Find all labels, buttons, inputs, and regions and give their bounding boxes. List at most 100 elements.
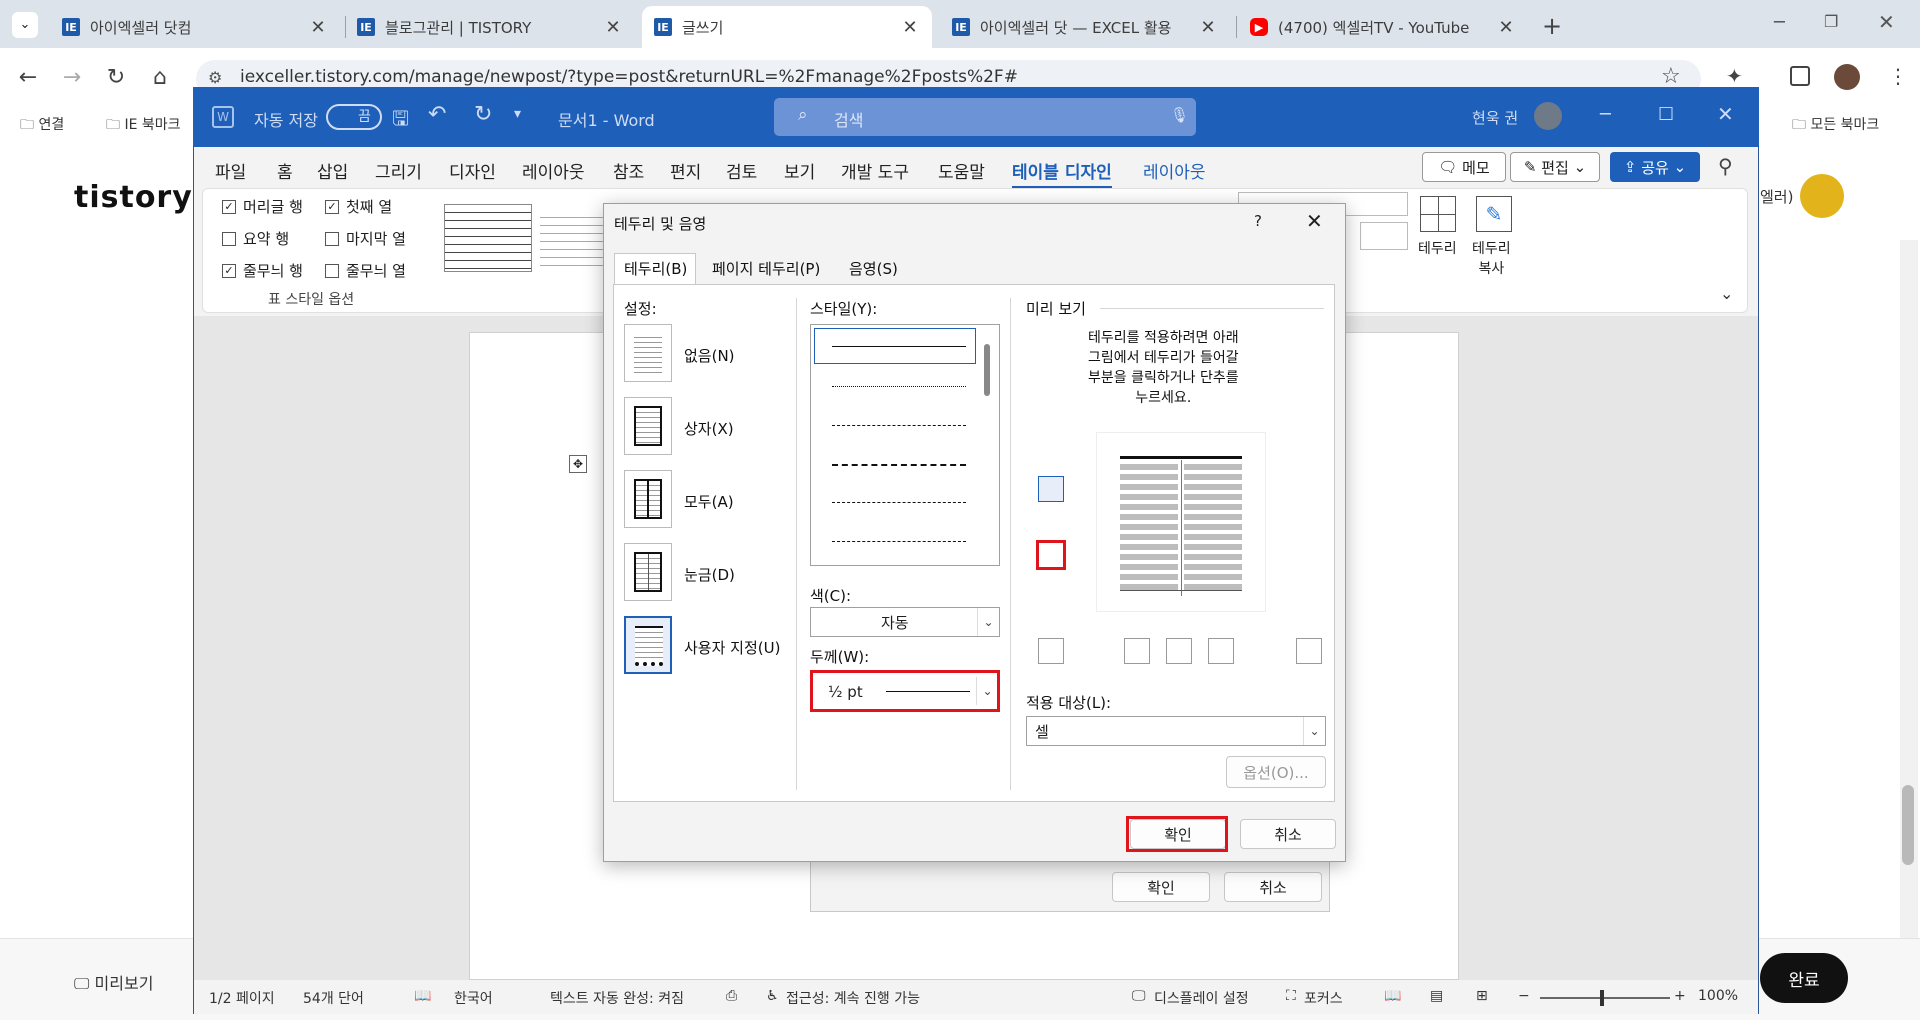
user-name[interactable]: 현욱 권: [1472, 107, 1518, 128]
zoom-in-icon[interactable]: +: [1674, 988, 1686, 1004]
language-status[interactable]: 한국어: [454, 988, 493, 1008]
tistory-logo[interactable]: tistory: [74, 180, 193, 215]
tab-borders[interactable]: 테두리(B): [624, 258, 687, 279]
extensions-icon[interactable]: ✦: [1726, 64, 1743, 88]
bookmark-folder[interactable]: 🗀 연결: [20, 114, 64, 138]
top-border-button[interactable]: [1038, 476, 1064, 502]
page-count[interactable]: 1/2 페이지: [209, 988, 275, 1008]
tab-draw[interactable]: 그리기: [375, 158, 422, 183]
scrollbar-thumb[interactable]: [1902, 785, 1914, 865]
first-column-checkbox[interactable]: ✓ 첫째 열: [325, 196, 392, 217]
close-tab-icon[interactable]: ✕: [900, 17, 920, 38]
side-panel-icon[interactable]: [1790, 66, 1810, 86]
zoom-out-icon[interactable]: −: [1518, 988, 1530, 1004]
tab-mailings[interactable]: 편지: [670, 158, 701, 183]
tab-help[interactable]: 도움말: [938, 158, 985, 183]
zoom-level[interactable]: 100%: [1698, 988, 1738, 1004]
dialog-close-icon[interactable]: ✕: [1306, 209, 1323, 233]
tab-table-layout[interactable]: 레이아웃: [1143, 158, 1206, 183]
edit-mode-button[interactable]: ✎ 편집 ⌄: [1510, 152, 1600, 182]
restore-window-icon[interactable]: ❐: [1824, 12, 1838, 31]
tab-shading[interactable]: 음영(S): [849, 258, 898, 279]
memo-button[interactable]: 🗨 메모: [1422, 152, 1506, 182]
apply-to-dropdown[interactable]: 셀 ⌄: [1026, 716, 1326, 746]
borders-icon[interactable]: [1420, 196, 1456, 232]
tab-developer[interactable]: 개발 도구: [841, 158, 909, 183]
bookmark-star-icon[interactable]: ☆: [1661, 64, 1681, 89]
macro-icon[interactable]: ⎙: [726, 988, 737, 1004]
display-settings-icon[interactable]: 🖵: [1132, 988, 1146, 1004]
setting-custom-label[interactable]: 사용자 지정(U): [684, 637, 780, 658]
dash-dot-dot-line-option[interactable]: [832, 541, 966, 542]
solid-line-option[interactable]: [832, 346, 966, 347]
tab-references[interactable]: 참조: [613, 158, 644, 183]
borders-label[interactable]: 테두리: [1418, 238, 1457, 258]
qat-customize-icon[interactable]: ▾: [514, 106, 521, 122]
zoom-slider[interactable]: [1540, 997, 1670, 999]
accessibility-icon[interactable]: ♿: [766, 988, 779, 1004]
last-column-checkbox[interactable]: 마지막 열: [325, 228, 406, 249]
browser-menu-icon[interactable]: ⋮: [1888, 64, 1908, 88]
tab-insert[interactable]: 삽입: [317, 158, 348, 183]
home-icon[interactable]: ⌂: [146, 64, 174, 92]
focus-icon[interactable]: ⛶: [1286, 988, 1296, 1004]
browser-tab-active[interactable]: IE 글쓰기 ✕: [642, 6, 932, 48]
reload-icon[interactable]: ↻: [102, 64, 130, 92]
tab-design[interactable]: 디자인: [449, 158, 496, 183]
setting-all-label[interactable]: 모두(A): [684, 491, 734, 512]
table-style-gallery-item[interactable]: [444, 204, 532, 272]
preview-bottom-border[interactable]: [1120, 590, 1242, 591]
header-row-checkbox[interactable]: ✓ 머리글 행: [222, 196, 303, 217]
browser-tab[interactable]: IE 아이엑셀러 닷컴 ✕: [50, 6, 340, 48]
close-tab-icon[interactable]: ✕: [308, 17, 328, 38]
border-painter-label[interactable]: 테두리 복사: [1472, 238, 1511, 278]
diagonal-down-border-button[interactable]: [1038, 638, 1064, 664]
tab-review[interactable]: 검토: [726, 158, 757, 183]
right-border-button[interactable]: [1208, 638, 1234, 664]
ribbon-expand-icon[interactable]: ⌄: [1720, 284, 1733, 303]
banded-columns-checkbox[interactable]: 줄무늬 열: [325, 260, 406, 281]
underlying-ok-button[interactable]: 확인: [1112, 872, 1210, 902]
cancel-button[interactable]: 취소: [1240, 819, 1336, 849]
tab-view[interactable]: 보기: [784, 158, 815, 183]
small-dash-line-option[interactable]: [832, 425, 966, 426]
preview-top-border[interactable]: [1120, 456, 1242, 459]
word-count[interactable]: 54개 단어: [303, 988, 364, 1008]
proofing-icon[interactable]: 📖: [414, 988, 431, 1004]
forward-icon[interactable]: →: [58, 64, 86, 92]
display-settings[interactable]: 디스플레이 설정: [1154, 988, 1249, 1008]
accessibility-status[interactable]: 접근성: 계속 진행 가능: [786, 988, 920, 1008]
setting-all-button[interactable]: [624, 470, 672, 528]
site-info-icon[interactable]: ⚙: [208, 68, 222, 87]
banded-rows-checkbox[interactable]: ✓ 줄무늬 행: [222, 260, 303, 281]
share-button[interactable]: ⇪ 공유 ⌄: [1610, 152, 1700, 182]
style-list-scrollbar[interactable]: [984, 344, 990, 396]
setting-box-label[interactable]: 상자(X): [684, 418, 734, 439]
preview-inside-vertical-border[interactable]: [1181, 460, 1182, 596]
tab-layout[interactable]: 레이아웃: [522, 158, 585, 183]
dash-line-option[interactable]: [832, 464, 966, 466]
color-dropdown[interactable]: 자동 ⌄: [810, 607, 1000, 637]
user-avatar[interactable]: [1534, 102, 1562, 130]
setting-custom-button[interactable]: [624, 616, 672, 674]
all-bookmarks-folder[interactable]: 🗀 모든 북마크: [1792, 114, 1879, 138]
left-border-button[interactable]: [1124, 638, 1150, 664]
web-layout-icon[interactable]: ⊞: [1476, 988, 1488, 1004]
focus-mode[interactable]: 포커스: [1304, 988, 1343, 1008]
autocomplete-status[interactable]: 텍스트 자동 완성: 켜짐: [550, 988, 684, 1008]
tab-table-design[interactable]: 테이블 디자인: [1012, 158, 1112, 189]
read-mode-icon[interactable]: 📖: [1384, 988, 1401, 1004]
close-tab-icon[interactable]: ✕: [1198, 17, 1218, 38]
back-icon[interactable]: ←: [14, 64, 42, 92]
word-restore-icon[interactable]: ☐: [1658, 104, 1674, 125]
pen-weight-dropdown[interactable]: [1360, 222, 1408, 250]
tab-page-border[interactable]: 페이지 테두리(P): [712, 258, 820, 279]
browser-tab[interactable]: IE 아이엑셀러 닷 — EXCEL 활용 ✕: [940, 6, 1230, 48]
setting-none-button[interactable]: [624, 324, 672, 382]
dotted-line-option[interactable]: [832, 386, 966, 387]
save-icon[interactable]: 🖫: [392, 104, 409, 138]
table-style-gallery-item[interactable]: [540, 210, 606, 266]
diagonal-up-border-button[interactable]: [1296, 638, 1322, 664]
setting-box-button[interactable]: [624, 397, 672, 455]
setting-grid-button[interactable]: [624, 543, 672, 601]
